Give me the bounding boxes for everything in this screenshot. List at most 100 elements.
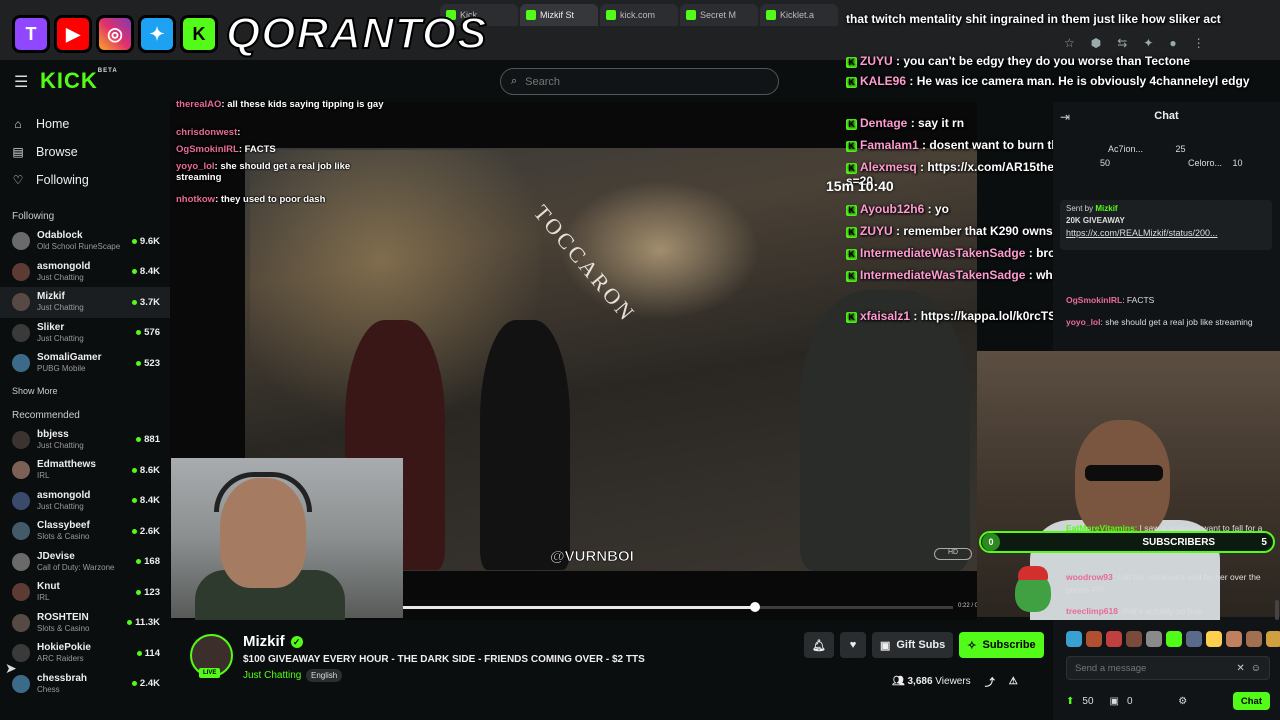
live-dot-icon — [136, 650, 142, 656]
pinned-message[interactable]: Sent by Mizkif 20K GIVEAWAY https://x.co… — [1060, 200, 1272, 250]
sidebar-channel[interactable]: chessbrah Chess 2.4K — [0, 669, 170, 700]
sidebar-channel[interactable]: Edmatthews IRL 8.6K — [0, 455, 170, 486]
emote-icon[interactable] — [1066, 631, 1082, 647]
search-icon: ⌕ — [511, 75, 518, 87]
kick-logo[interactable]: KICKBETA — [40, 68, 118, 94]
gift-subs-button[interactable]: ▣ Gift Subs — [871, 632, 954, 658]
gift-count: 0 — [1126, 695, 1133, 707]
chat-footer: ⬆ 50 ▣ 0 ⚙ Chat — [1066, 691, 1270, 711]
channel-category: Just Chatting — [37, 501, 84, 511]
avatar — [12, 522, 30, 541]
sidebar-channel[interactable]: asmongold Just Chatting 8.4K — [0, 486, 170, 517]
sidebar-channel[interactable]: Mizkif Just Chatting 3.7K — [0, 287, 170, 318]
chat-message: OgSmokinIRL: FACTS — [1066, 294, 1271, 307]
stream-chat-text: that twitch mentality shit ingrained in … — [846, 12, 1221, 26]
stream-chat-line: K ZUYU : remember that K290 owns you — [846, 224, 1077, 238]
heart-icon: ♥ — [849, 639, 857, 651]
search-input[interactable] — [525, 75, 746, 88]
browser-tab[interactable]: Secret M — [680, 4, 758, 26]
sidebar-channel[interactable]: Sliker Just Chatting 576 — [0, 318, 170, 349]
browse-icon: ▤ — [12, 145, 24, 159]
show-more-link[interactable]: Show More — [0, 379, 170, 403]
tab-favicon-icon — [766, 10, 776, 20]
stream-chat-text: : He was ice camera man. He is obviously… — [909, 74, 1250, 88]
sidebar-channel[interactable]: bbjess Just Chatting 881 — [0, 425, 170, 456]
channel-category: Chess — [37, 684, 60, 694]
stream-category-link[interactable]: Just Chatting — [243, 670, 301, 681]
chat-input-box[interactable]: ✕ ☺ — [1066, 656, 1270, 680]
sidebar-channel[interactable]: HokiePokie ARC Raiders 114 — [0, 638, 170, 669]
live-dot-icon — [131, 528, 137, 534]
emote-picker-icon[interactable]: ☺ — [1251, 663, 1261, 674]
streamer-name[interactable]: Mizkif ✓ — [243, 633, 303, 650]
progress-scrubber[interactable] — [750, 602, 760, 612]
browser-tab[interactable]: Mizkif St — [520, 4, 598, 26]
settings-gear-icon[interactable]: ⚙ — [1178, 696, 1187, 707]
avatar — [12, 613, 30, 632]
emote-icon[interactable] — [1106, 631, 1122, 647]
sidebar-channel[interactable]: JDevise Call of Duty: Warzone 168 — [0, 547, 170, 578]
sidebar-channel[interactable]: Knut IRL 123 — [0, 577, 170, 608]
sidebar-channel[interactable]: ROSHTEIN Slots & Casino 11.3K — [0, 608, 170, 639]
overlay-chat-user: OgSmokinIRL — [176, 144, 239, 155]
chat-username[interactable]: treeclimp618 — [1066, 606, 1118, 616]
sidebar-channel[interactable]: Classybeef Slots & Casino 2.6K — [0, 516, 170, 547]
sidebar-nav-browse[interactable]: ▤ Browse — [0, 138, 170, 166]
notification-bell-button[interactable]: 🔔︎ — [804, 632, 834, 658]
chat-username[interactable]: woodrow93 — [1066, 572, 1113, 582]
gifter-1: Ac7ion... 25 — [1108, 144, 1186, 154]
sidebar-nav-home[interactable]: ⌂ Home — [0, 110, 170, 138]
emote-icon[interactable] — [1186, 631, 1202, 647]
browser-tab[interactable]: kick.com — [600, 4, 678, 26]
emote-icon[interactable] — [1166, 631, 1182, 647]
overlay-chat-text: : all these kids saying tipping is gay — [221, 99, 384, 110]
search-bar[interactable]: ⌕ — [500, 68, 779, 95]
subscribe-button[interactable]: ✧ Subscribe — [959, 632, 1044, 658]
sub-goal-label: SUBSCRIBERS — [1142, 536, 1216, 548]
channel-category: IRL — [37, 471, 50, 481]
live-badge: LIVE — [199, 668, 221, 678]
person-black-outfit — [480, 320, 570, 570]
chat-send-button[interactable]: Chat — [1232, 692, 1270, 710]
share-icon[interactable]: ⤴ — [985, 674, 995, 689]
bell-icon: 🔔︎ — [812, 639, 826, 652]
viewer-count: 3,686 — [907, 676, 933, 687]
emote-icon[interactable] — [1266, 631, 1280, 647]
language-tag[interactable]: English — [306, 669, 343, 682]
channel-viewers: 8.4K — [139, 266, 160, 278]
gift-icon[interactable]: ▣ — [1110, 696, 1119, 707]
browser-tab[interactable]: Kicklet.a — [760, 4, 838, 26]
sidebar-channel[interactable]: asmongold Just Chatting 8.4K — [0, 257, 170, 288]
live-dot-icon — [127, 620, 133, 626]
stream-actions: 🔔︎ ♥ ▣ Gift Subs ✧ Subscribe — [804, 632, 1044, 658]
avatar — [12, 323, 30, 342]
chat-username[interactable]: yoyo_lol — [1066, 317, 1100, 327]
scrollbar[interactable] — [1275, 600, 1279, 620]
report-icon[interactable]: ⚠ — [1009, 676, 1018, 687]
sidebar-channel[interactable]: SomaliGamer PUBG Mobile 523 — [0, 348, 170, 379]
emote-icon[interactable] — [1246, 631, 1262, 647]
live-dot-icon — [136, 589, 142, 595]
viewers-icon: 👥︎ — [892, 676, 905, 687]
sidebar-channel[interactable]: Odablock Old School RuneScape 9.6K — [0, 226, 170, 257]
translate-icon[interactable]: ✕ — [1236, 663, 1244, 674]
channel-name: Knut — [37, 581, 60, 593]
quality-badge[interactable]: HD — [934, 548, 972, 560]
hamburger-menu-icon[interactable]: ☰ — [14, 72, 28, 92]
emote-icon[interactable] — [1126, 631, 1142, 647]
follow-heart-button[interactable]: ♥ — [839, 632, 866, 658]
chat-input[interactable] — [1075, 662, 1231, 674]
emote-icon[interactable] — [1146, 631, 1162, 647]
emote-icon[interactable] — [1226, 631, 1242, 647]
chat-username[interactable]: OgSmokinIRL — [1066, 295, 1122, 305]
sidebar-nav-following[interactable]: ♡ Following — [0, 166, 170, 194]
kick-badge-icon: K — [846, 77, 857, 88]
emote-icon[interactable] — [1206, 631, 1222, 647]
stream-chat-line: that twitch mentality shit ingrained in … — [846, 12, 1278, 26]
points-icon[interactable]: ⬆ — [1066, 696, 1074, 707]
progress-fill — [403, 606, 755, 609]
emote-icon[interactable] — [1086, 631, 1102, 647]
live-dot-icon — [131, 681, 137, 687]
kick-badge-icon: K — [846, 227, 857, 238]
channel-category: IRL — [37, 593, 50, 603]
